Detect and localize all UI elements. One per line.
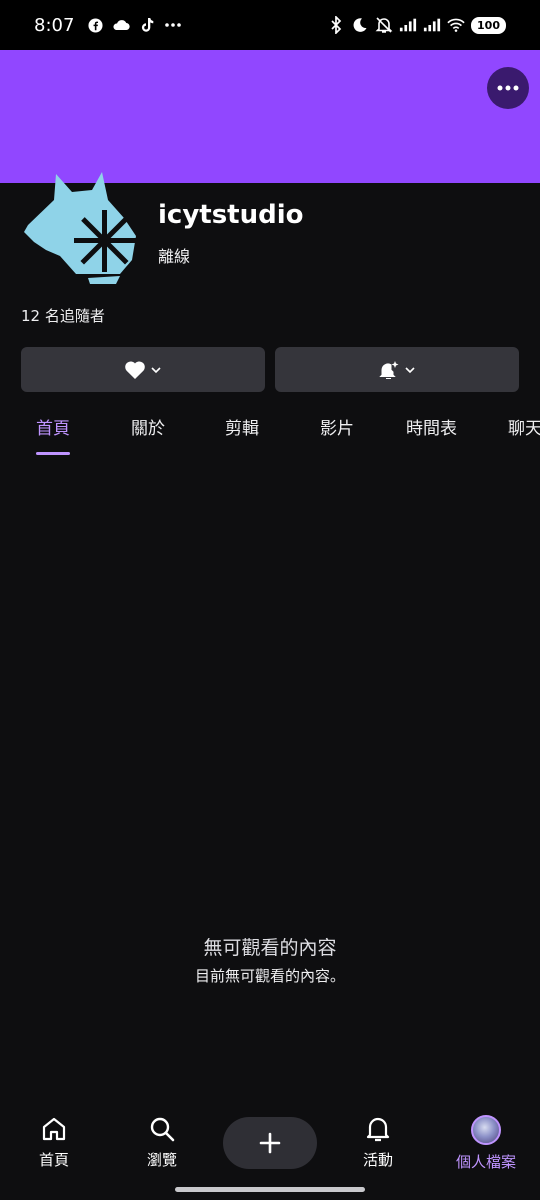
tab-videos[interactable]: 影片 (320, 414, 354, 439)
tiktok-icon (138, 16, 156, 34)
chevron-down-icon (405, 366, 415, 373)
chevron-down-icon (151, 366, 161, 373)
tab-home[interactable]: 首頁 (36, 414, 70, 439)
nav-profile[interactable]: 個人檔案 (446, 1115, 526, 1172)
channel-status: 離線 (158, 247, 191, 266)
bell-icon (366, 1117, 390, 1142)
profile-tabs: 首頁 關於 剪輯 影片 時間表 聊天 (0, 410, 540, 460)
notification-icons (86, 16, 182, 34)
cloud-icon (112, 16, 131, 34)
profile-avatar (471, 1115, 501, 1145)
system-icons: 100 (327, 16, 506, 34)
nav-activity[interactable]: 活動 (338, 1115, 418, 1170)
home-icon (42, 1117, 66, 1141)
bluetooth-icon (327, 16, 345, 34)
moon-icon (351, 16, 369, 34)
nav-home[interactable]: 首頁 (14, 1115, 94, 1170)
active-tab-indicator (36, 452, 70, 455)
more-options-button[interactable] (487, 67, 529, 109)
tab-schedule[interactable]: 時間表 (406, 414, 457, 439)
wolf-snowflake-logo (24, 172, 136, 284)
channel-name: icytstudio (158, 200, 304, 230)
follow-button[interactable] (21, 347, 265, 392)
tab-about[interactable]: 關於 (131, 414, 165, 439)
create-button[interactable] (223, 1117, 317, 1169)
nav-profile-label: 個人檔案 (455, 1153, 516, 1171)
bottom-navigation: 首頁 瀏覽 活動 個人檔案 (0, 1100, 540, 1200)
tab-chat[interactable]: 聊天 (508, 414, 540, 439)
tab-clips[interactable]: 剪輯 (225, 414, 259, 439)
search-icon (150, 1117, 175, 1142)
empty-state-title: 無可觀看的內容 (203, 937, 337, 959)
battery-indicator: 100 (471, 16, 506, 34)
wifi-icon (447, 16, 465, 34)
profile-banner (0, 50, 540, 183)
mute-bell-icon (375, 16, 393, 34)
more-notifications-icon (164, 16, 182, 34)
empty-state-subtitle: 目前無可觀看的內容。 (194, 967, 345, 985)
channel-avatar[interactable] (20, 170, 140, 290)
bell-sparkle-icon (379, 360, 399, 379)
notifications-button[interactable] (275, 347, 519, 392)
facebook-icon (86, 16, 104, 34)
signal-2-icon (423, 16, 441, 34)
status-bar: 8:07 100 (0, 0, 540, 50)
heart-icon (125, 361, 145, 379)
plus-icon (259, 1132, 281, 1154)
follower-count: 12 名追隨者 (21, 307, 105, 325)
nav-browse[interactable]: 瀏覽 (122, 1115, 202, 1170)
signal-icon (399, 16, 417, 34)
nav-browse-label: 瀏覽 (146, 1151, 177, 1169)
home-indicator[interactable] (175, 1187, 365, 1192)
nav-home-label: 首頁 (38, 1151, 69, 1169)
status-time: 8:07 (34, 14, 75, 36)
more-icon (497, 85, 519, 91)
nav-activity-label: 活動 (362, 1151, 393, 1169)
